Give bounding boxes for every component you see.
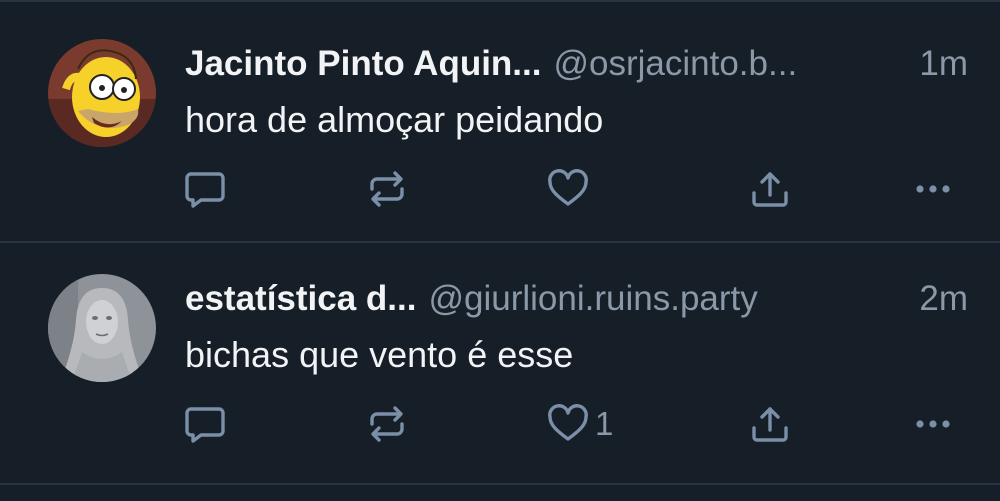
post-item[interactable]: estatística d... @giurlioni.ruins.party …: [0, 237, 1000, 475]
post-feed: Jacinto Pinto Aquin... @osrjacinto.b... …: [0, 0, 1000, 501]
like-button[interactable]: [547, 169, 595, 209]
avatar[interactable]: [48, 274, 156, 382]
bottom-divider: [0, 483, 1000, 485]
more-icon: [916, 185, 950, 193]
timestamp[interactable]: 1m: [907, 44, 968, 84]
repost-button[interactable]: [366, 169, 408, 209]
homer-avatar-icon: [48, 39, 156, 147]
avatar[interactable]: [48, 39, 156, 147]
more-icon: [916, 420, 950, 428]
share-button[interactable]: [749, 169, 791, 209]
post-text: hora de almoçar peidando: [185, 99, 604, 140]
post-actions: 1: [0, 399, 1000, 449]
more-button[interactable]: [912, 404, 954, 444]
statue-avatar-icon: [48, 274, 156, 382]
share-icon: [752, 172, 788, 207]
post-actions: [0, 164, 1000, 214]
share-icon: [752, 407, 788, 442]
repost-icon: [370, 406, 404, 442]
like-button[interactable]: 1: [547, 404, 613, 444]
handle[interactable]: @giurlioni.ruins.party: [428, 279, 757, 319]
post-header: Jacinto Pinto Aquin... @osrjacinto.b... …: [185, 42, 968, 86]
display-name[interactable]: Jacinto Pinto Aquin...: [185, 44, 541, 84]
handle[interactable]: @osrjacinto.b...: [553, 44, 797, 84]
repost-icon: [370, 171, 404, 207]
post-header: estatística d... @giurlioni.ruins.party …: [185, 277, 968, 321]
like-count: 1: [595, 405, 614, 442]
like-icon: [548, 169, 588, 206]
reply-icon: [185, 407, 225, 443]
like-icon: [548, 404, 588, 441]
share-button[interactable]: [749, 404, 791, 444]
reply-icon: [185, 172, 225, 208]
post-text: bichas que vento é esse: [185, 334, 574, 375]
reply-button[interactable]: [184, 404, 226, 444]
repost-button[interactable]: [366, 404, 408, 444]
display-name[interactable]: estatística d...: [185, 279, 416, 319]
post-item[interactable]: Jacinto Pinto Aquin... @osrjacinto.b... …: [0, 2, 1000, 240]
more-button[interactable]: [912, 169, 954, 209]
reply-button[interactable]: [184, 169, 226, 209]
timestamp[interactable]: 2m: [907, 279, 968, 319]
